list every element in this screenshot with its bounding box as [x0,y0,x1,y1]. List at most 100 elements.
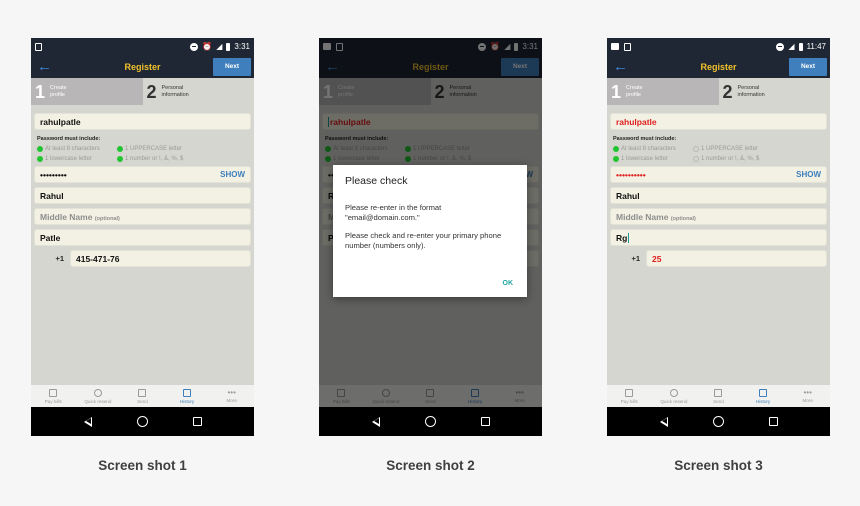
validation-dialog: Please check Please re-enter in the form… [333,165,527,297]
send-icon [138,388,147,397]
step-label: Createprofile [50,85,67,99]
rule-min-length: At least 8 characters [37,146,117,152]
tab-pay-bills[interactable]: Pay bills [31,385,76,407]
caption-screen-1: Screen shot 1 [98,458,187,473]
quick-resend-icon [93,388,102,397]
tab-more[interactable]: •••More [785,385,830,407]
password-field[interactable]: •••••••••• SHOW [610,166,827,183]
status-time: 3:31 [234,42,250,51]
rule-text: 1 UPPERCASE letter [125,146,183,152]
nav-home-icon[interactable] [712,416,724,427]
rule-text: 1 lowercase letter [45,156,93,162]
step-label: Personalinformation [162,85,189,99]
registration-form: rahulpatle Password must include: At lea… [31,105,254,271]
status-bar: ◢ 11:47 [607,38,830,55]
next-button[interactable]: Next [789,57,827,76]
tab-more[interactable]: •••More [209,385,254,407]
bottom-tab-bar: Pay bills Quick resend Send History •••M… [31,385,254,407]
tab-send[interactable]: Send [696,385,741,407]
country-code[interactable]: +1 [34,254,70,263]
phone-screen-1: ⏰ ◢ 3:31 ← Register Next 1 Create profile… [31,38,254,436]
optional-hint: (optional) [94,215,120,222]
android-nav-bar [319,407,542,436]
step-label-line1: Create [50,84,67,91]
step-personal-information: 2 Personalinformation [142,78,254,105]
rule-text: At least 8 characters [45,146,100,152]
step-create-profile: 1 Createprofile [607,78,719,105]
rule-number-symbol: 1 number or !, &, %, $ [693,156,824,162]
tab-label: Pay bills [620,398,638,404]
last-name-field[interactable]: Patle [34,229,251,246]
rule-min-length: At least 8 characters [613,146,693,152]
text-cursor [628,232,630,243]
image-notification-icon [611,43,619,50]
first-name-value: Rahul [40,190,64,201]
password-field[interactable]: ••••••••• SHOW [34,166,251,183]
check-dot-icon [37,156,43,162]
nav-recents-icon[interactable] [480,417,490,426]
tab-quick-resend[interactable]: Quick resend [652,385,697,407]
rule-uppercase: 1 UPPERCASE letter [117,146,248,152]
tab-quick-resend[interactable]: Quick resend [76,385,121,407]
arrow-left-icon[interactable]: ← [607,59,637,74]
rule-text: 1 number or !, &, %, $ [125,156,184,162]
tab-send[interactable]: Send [120,385,165,407]
registration-form: rahulpatle Password must include: At lea… [607,105,830,271]
tab-history[interactable]: History [165,385,210,407]
nav-recents-icon[interactable] [768,417,778,426]
step-number: 1 [611,81,622,102]
phone-field[interactable]: 415-471-76 [70,250,251,267]
optional-hint: (optional) [670,215,696,222]
nav-back-icon[interactable] [371,416,380,427]
nav-back-icon[interactable] [659,416,668,427]
show-password-button[interactable]: SHOW [220,170,245,179]
check-dot-icon [37,146,43,152]
country-code[interactable]: +1 [610,254,646,263]
dialog-ok-button[interactable]: OK [503,280,514,287]
next-button[interactable]: Next [213,57,251,76]
signal-icon: ◢ [788,41,795,51]
tab-label: Quick resend [660,398,688,404]
step-label-line2: profile [50,91,65,98]
rule-text: 1 lowercase letter [621,156,669,162]
dialog-email-message: Please re-enter in the format "email@dom… [345,203,442,222]
unchecked-dot-icon [693,156,699,162]
phone-field[interactable]: 25 [646,250,827,267]
password-rules: Password must include: At least 8 charac… [610,134,827,166]
first-name-field[interactable]: Rahul [34,187,251,204]
nav-home-icon[interactable] [136,416,148,427]
show-password-button[interactable]: SHOW [796,170,821,179]
rule-text: 1 UPPERCASE letter [701,146,759,152]
username-field[interactable]: rahulpatle [34,113,251,130]
tab-label: Send [137,398,148,404]
tab-history[interactable]: History [741,385,786,407]
tab-pay-bills[interactable]: Pay bills [607,385,652,407]
middle-name-placeholder: Middle Name (optional) [40,212,120,222]
check-dot-icon [613,146,619,152]
username-field[interactable]: rahulpatle [610,113,827,130]
tab-label: More [802,397,813,403]
step-number: 2 [146,81,157,102]
dialog-body: Please re-enter in the format "email@dom… [345,203,515,250]
more-icon: ••• [803,387,812,397]
middle-name-placeholder: Middle Name (optional) [616,212,696,222]
nav-home-icon[interactable] [424,416,436,427]
dialog-title: Please check [345,175,408,187]
nav-recents-icon[interactable] [192,417,202,426]
first-name-value: Rahul [616,190,640,201]
nav-back-icon[interactable] [83,416,92,427]
unchecked-dot-icon [693,146,699,152]
arrow-left-icon[interactable]: ← [31,59,61,74]
placeholder-text: Middle Name [616,211,669,222]
first-name-field[interactable]: Rahul [610,187,827,204]
tab-label: More [226,397,237,403]
battery-icon [226,42,231,51]
last-name-field[interactable]: Rg [610,229,827,246]
middle-name-field[interactable]: Middle Name (optional) [34,208,251,225]
password-rules-heading: Password must include: [37,136,101,142]
quick-resend-icon [669,388,678,397]
tab-label: History [755,398,771,404]
send-icon [714,388,723,397]
middle-name-field[interactable]: Middle Name (optional) [610,208,827,225]
sim-notification-icon [35,42,42,51]
